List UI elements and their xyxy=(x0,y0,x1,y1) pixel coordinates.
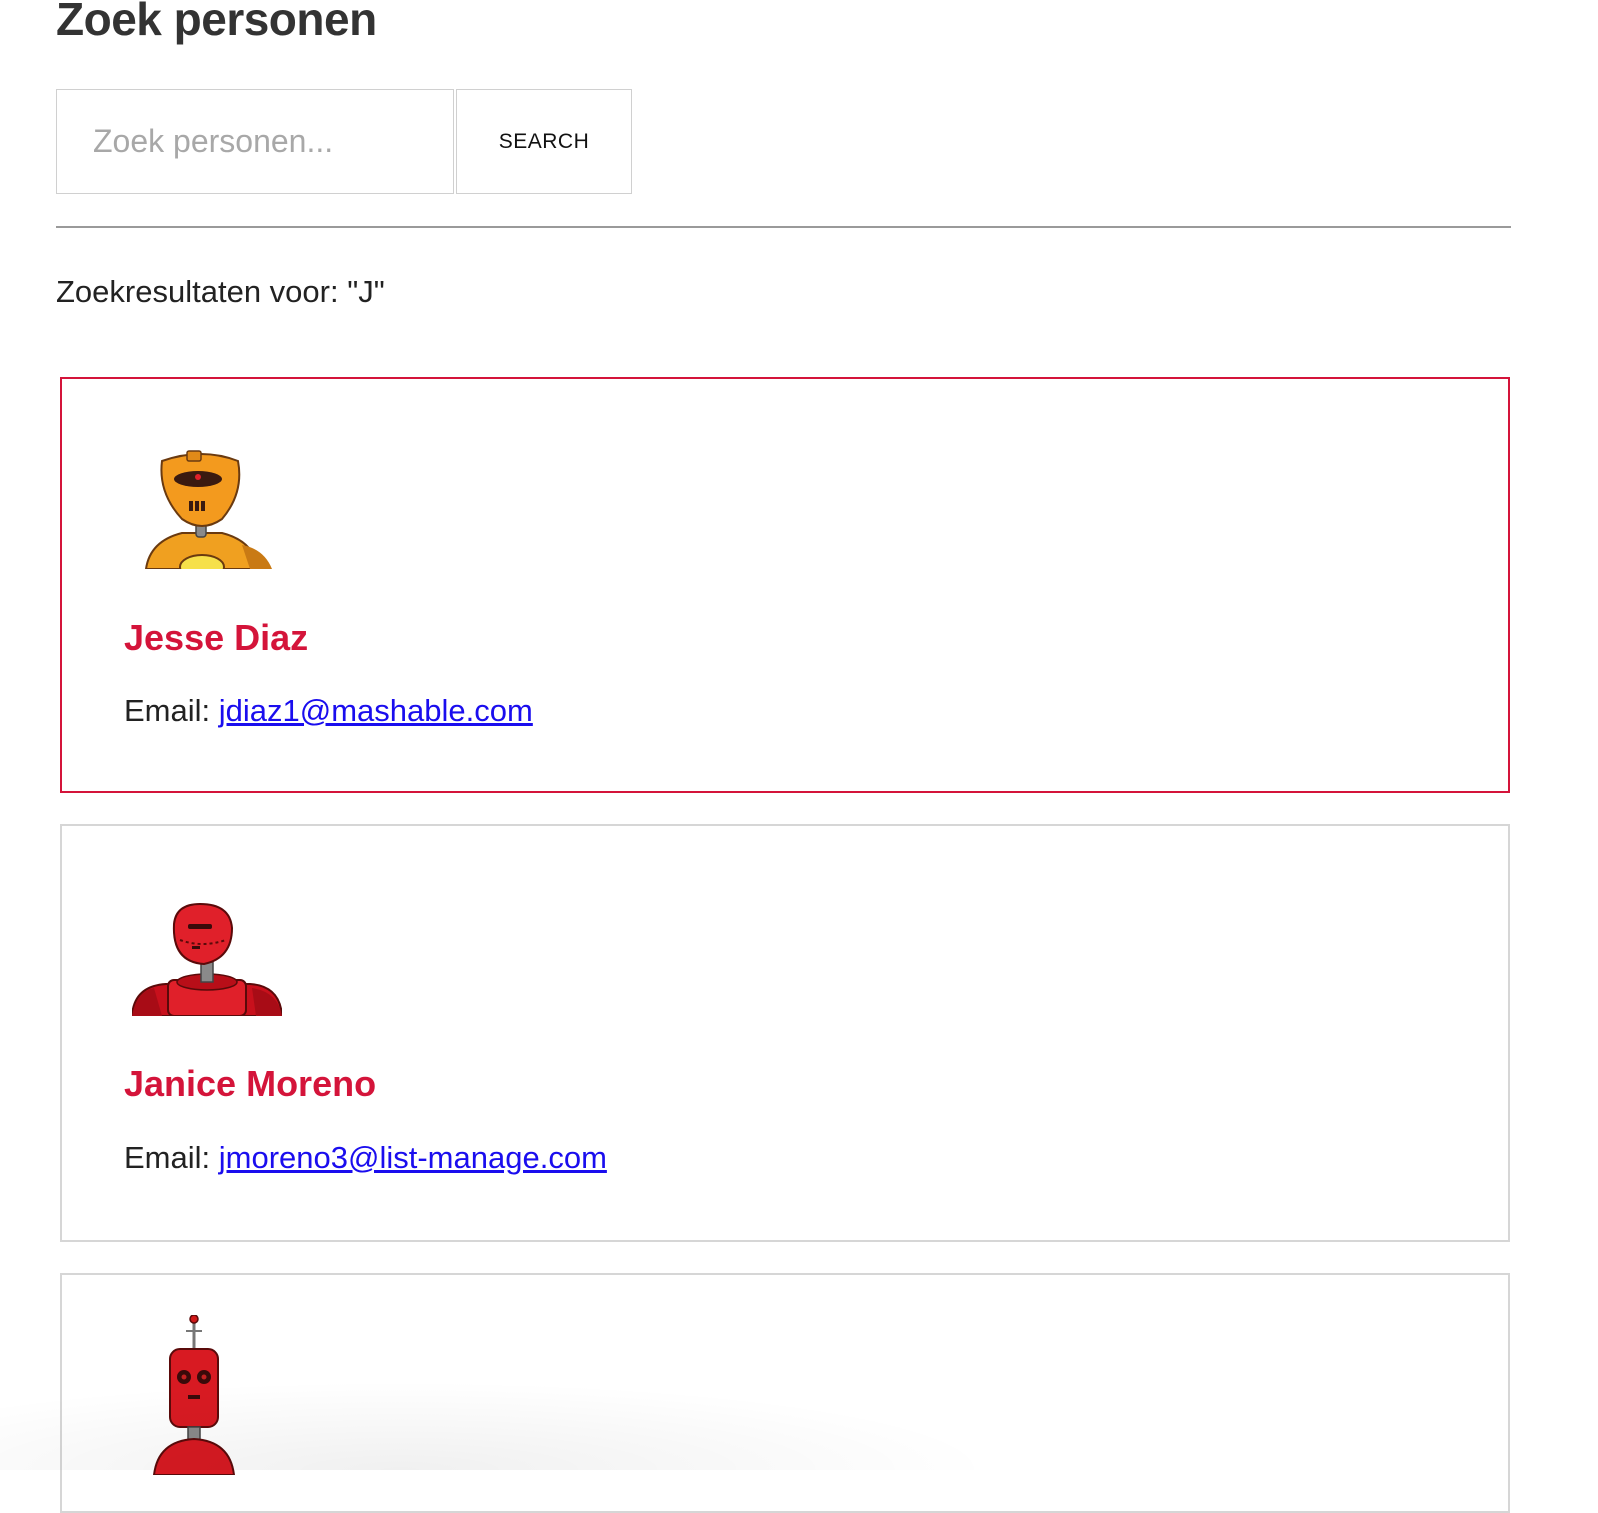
person-card[interactable] xyxy=(60,1273,1510,1513)
person-name[interactable]: Jesse Diaz xyxy=(124,617,308,659)
search-input[interactable] xyxy=(56,89,454,194)
orange-robot-avatar xyxy=(144,450,272,569)
red-antenna-robot-avatar xyxy=(152,1315,236,1475)
results-heading: Zoekresultaten voor: "J" xyxy=(56,274,385,309)
divider xyxy=(56,226,1511,228)
red-robot-avatar xyxy=(132,902,282,1016)
email-row: Email: jdiaz1@mashable.com xyxy=(124,693,533,729)
person-name[interactable]: Janice Moreno xyxy=(124,1063,376,1105)
email-row: Email: jmoreno3@list-manage.com xyxy=(124,1140,607,1176)
person-card[interactable]: Janice Moreno Email: jmoreno3@list-manag… xyxy=(60,824,1510,1242)
search-button[interactable]: SEARCH xyxy=(456,89,632,194)
email-label: Email: xyxy=(124,693,211,728)
search-form: SEARCH xyxy=(56,89,632,194)
email-link[interactable]: jdiaz1@mashable.com xyxy=(219,693,533,728)
email-link[interactable]: jmoreno3@list-manage.com xyxy=(219,1140,607,1175)
page-title: Zoek personen xyxy=(56,0,377,45)
person-card[interactable]: Jesse Diaz Email: jdiaz1@mashable.com xyxy=(60,377,1510,793)
email-label: Email: xyxy=(124,1140,211,1175)
